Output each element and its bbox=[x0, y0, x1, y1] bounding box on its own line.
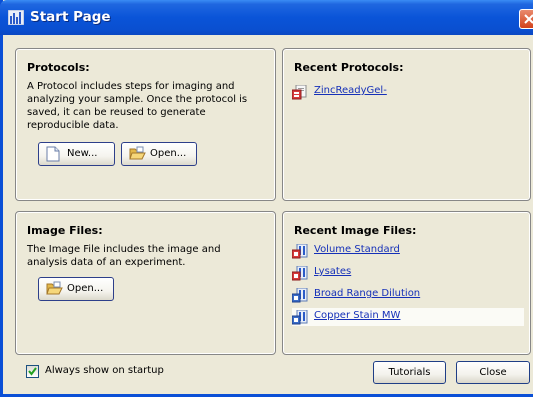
image-files-description: The Image File includes the image and an… bbox=[27, 244, 221, 268]
recent-image-file-link[interactable]: Copper Stain MW bbox=[314, 310, 400, 321]
recent-protocol-item[interactable]: ZincReadyGel- bbox=[291, 83, 524, 103]
open-protocol-button[interactable]: Open... bbox=[121, 142, 197, 166]
recent-image-file-link[interactable]: Broad Range Dilution bbox=[314, 288, 420, 299]
recent-protocol-link[interactable]: ZincReadyGel- bbox=[314, 85, 387, 96]
checkmark-icon bbox=[28, 367, 37, 376]
recent-image-file-link[interactable]: Lysates bbox=[314, 266, 351, 277]
recent-image-file-item[interactable]: Lysates bbox=[291, 264, 524, 284]
open-folder-icon bbox=[129, 146, 146, 170]
window-title: Start Page bbox=[30, 9, 111, 25]
open-image-file-label: Open... bbox=[67, 283, 104, 294]
always-show-label: Always show on startup bbox=[45, 365, 164, 376]
recent-protocols-panel: Recent Protocols: ZincReadyGel- bbox=[282, 48, 531, 201]
recent-image-file-item[interactable]: Broad Range Dilution bbox=[291, 286, 524, 306]
image-files-title: Image Files: bbox=[27, 224, 103, 237]
open-protocol-label: Open... bbox=[150, 148, 187, 159]
protocols-description: A Protocol includes steps for imaging an… bbox=[27, 81, 248, 131]
new-protocol-label: New... bbox=[67, 148, 98, 159]
bar-chart-icon bbox=[7, 9, 25, 26]
close-x-icon bbox=[524, 14, 533, 24]
recent-image-file-link[interactable]: Volume Standard bbox=[314, 244, 400, 255]
window-close-button[interactable] bbox=[519, 9, 533, 29]
blank-document-icon bbox=[46, 146, 60, 171]
recent-image-files-title: Recent Image Files: bbox=[294, 224, 417, 237]
recent-image-files-panel: Recent Image Files: Volume Standard Lysa… bbox=[282, 211, 531, 355]
recent-image-file-item[interactable]: Copper Stain MW bbox=[291, 308, 524, 328]
open-image-file-button[interactable]: Open... bbox=[38, 277, 114, 301]
image-file-icon bbox=[291, 309, 308, 328]
title-bar[interactable]: Start Page bbox=[0, 0, 533, 35]
protocols-panel: Protocols: A Protocol includes steps for… bbox=[15, 48, 276, 201]
protocol-icon bbox=[291, 84, 308, 103]
tutorials-button[interactable]: Tutorials bbox=[373, 361, 446, 384]
open-folder-icon bbox=[46, 281, 63, 305]
recent-image-file-item[interactable]: Volume Standard bbox=[291, 242, 524, 262]
start-page-content: Protocols: A Protocol includes steps for… bbox=[6, 35, 533, 394]
start-page-window: Start Page Protocols: A Protocol include… bbox=[0, 0, 533, 397]
protocols-title: Protocols: bbox=[27, 61, 90, 74]
image-file-icon bbox=[291, 265, 308, 284]
image-files-panel: Image Files: The Image File includes the… bbox=[15, 211, 276, 355]
recent-protocols-title: Recent Protocols: bbox=[294, 61, 404, 74]
image-file-icon bbox=[291, 243, 308, 262]
new-protocol-button[interactable]: New... bbox=[38, 142, 115, 166]
image-file-icon bbox=[291, 287, 308, 306]
close-button[interactable]: Close bbox=[456, 361, 530, 384]
always-show-checkbox[interactable] bbox=[26, 365, 39, 378]
